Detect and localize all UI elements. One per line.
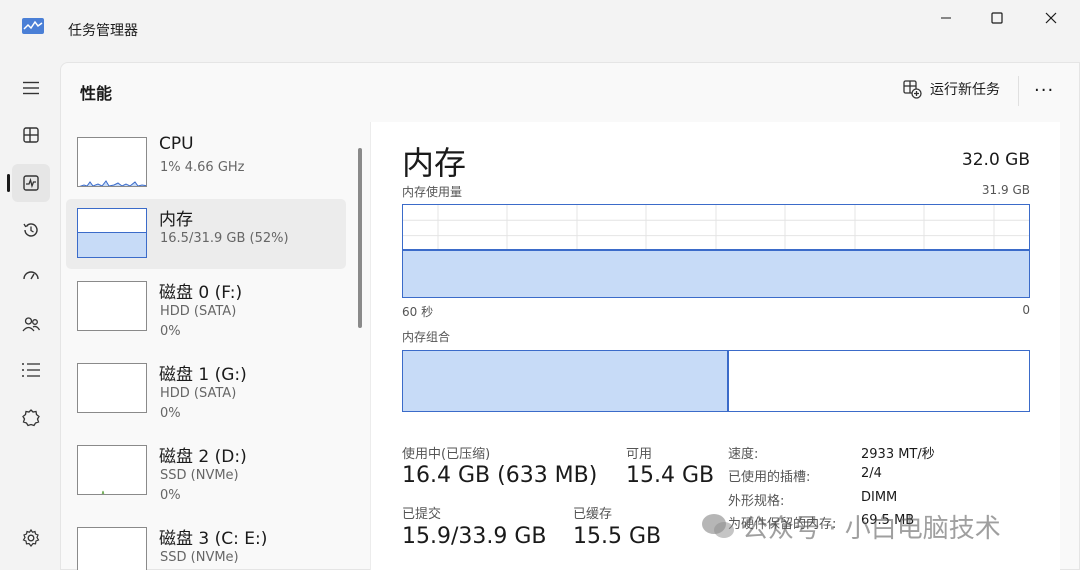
list-item-usage: 0% bbox=[160, 324, 181, 339]
cached-value: 15.5 GB bbox=[573, 524, 662, 549]
minimize-button[interactable] bbox=[926, 6, 966, 30]
disk-thumbnail-graph bbox=[77, 527, 147, 570]
nav-settings[interactable] bbox=[12, 519, 50, 557]
nav-performance[interactable] bbox=[12, 164, 50, 202]
list-item-disk-1[interactable]: 磁盘 1 (G:) HDD (SATA) 0% bbox=[66, 354, 346, 424]
run-new-task-label: 运行新任务 bbox=[930, 82, 1000, 98]
users-icon bbox=[22, 317, 41, 332]
list-item-name: CPU bbox=[159, 134, 194, 154]
form-factor-value: DIMM bbox=[861, 490, 898, 505]
usage-graph-max: 31.9 GB bbox=[981, 183, 1030, 197]
list-item-name: 磁盘 0 (F:) bbox=[159, 283, 243, 303]
list-item-type: SSD (NVMe) bbox=[160, 468, 239, 483]
close-icon bbox=[1045, 12, 1057, 24]
app-title: 任务管理器 bbox=[68, 23, 138, 39]
list-item-name: 内存 bbox=[159, 210, 193, 230]
performance-icon bbox=[23, 175, 39, 191]
available-label: 可用 bbox=[626, 447, 653, 462]
disk-thumbnail-graph bbox=[77, 363, 147, 413]
detail-pane bbox=[370, 122, 1060, 570]
list-item-detail: 1% 4.66 GHz bbox=[160, 160, 245, 175]
committed-label: 已提交 bbox=[402, 507, 442, 522]
hamburger-menu-button[interactable] bbox=[12, 69, 50, 107]
disk-thumbnail-graph bbox=[77, 281, 147, 331]
in-use-value: 16.4 GB (633 MB) bbox=[402, 463, 598, 488]
watermark: 公众号 · 小白电脑技术 bbox=[700, 508, 1001, 545]
memory-composition-bar bbox=[402, 350, 1030, 412]
wechat-icon bbox=[702, 513, 734, 538]
graph-time-right: 0 bbox=[1022, 303, 1030, 317]
slots-used-label: 已使用的插槽: bbox=[728, 470, 811, 485]
list-item-type: HDD (SATA) bbox=[160, 304, 237, 319]
cached-label: 已缓存 bbox=[573, 507, 613, 522]
run-new-task-icon bbox=[903, 80, 922, 99]
details-icon bbox=[22, 363, 40, 377]
list-item-name: 磁盘 1 (G:) bbox=[159, 365, 247, 385]
settings-icon bbox=[22, 528, 40, 547]
app-history-icon bbox=[23, 223, 38, 237]
nav-users[interactable] bbox=[12, 305, 50, 343]
processes-icon bbox=[23, 127, 39, 143]
hamburger-icon bbox=[23, 81, 39, 95]
graph-time-left: 60 秒 bbox=[402, 305, 434, 319]
active-nav-indicator bbox=[7, 174, 10, 192]
list-item-type: SSD (NVMe) bbox=[160, 550, 239, 565]
nav-app-history[interactable] bbox=[12, 211, 50, 249]
list-item-disk-3[interactable]: 磁盘 3 (C: E:) SSD (NVMe) bbox=[66, 518, 346, 570]
available-value: 15.4 GB bbox=[626, 463, 715, 488]
list-item-usage: 0% bbox=[160, 488, 181, 503]
cpu-thumbnail-graph bbox=[77, 137, 147, 187]
list-item-cpu[interactable]: CPU 1% 4.66 GHz bbox=[66, 128, 346, 198]
title-bar: 任务管理器 bbox=[0, 0, 1080, 60]
list-item-disk-2[interactable]: 磁盘 2 (D:) SSD (NVMe) 0% bbox=[66, 436, 346, 506]
maximize-icon bbox=[991, 12, 1003, 24]
detail-title: 内存 bbox=[402, 144, 467, 182]
form-factor-label: 外形规格: bbox=[728, 494, 785, 509]
speed-label: 速度: bbox=[728, 447, 759, 462]
memory-usage-graph bbox=[402, 204, 1030, 298]
disk-sparkline bbox=[101, 490, 105, 494]
memory-thumbnail-graph bbox=[77, 208, 147, 258]
nav-services[interactable] bbox=[12, 399, 50, 437]
minimize-icon bbox=[941, 17, 951, 19]
toolbar-divider bbox=[1018, 76, 1019, 106]
in-use-label: 使用中(已压缩) bbox=[402, 447, 491, 462]
list-scrollbar[interactable] bbox=[358, 148, 362, 328]
speed-value: 2933 MT/秒 bbox=[861, 447, 935, 462]
page-title: 性能 bbox=[80, 84, 113, 103]
task-manager-app-icon bbox=[22, 18, 44, 34]
list-item-memory[interactable]: 内存 16.5/31.9 GB (52%) bbox=[66, 199, 346, 269]
watermark-text: 公众号 · 小白电脑技术 bbox=[742, 514, 1001, 544]
close-button[interactable] bbox=[1031, 6, 1071, 30]
run-new-task-button[interactable]: 运行新任务 bbox=[902, 79, 1000, 99]
more-options-button[interactable]: ··· bbox=[1034, 80, 1054, 101]
composition-label: 内存组合 bbox=[402, 330, 451, 344]
memory-thumbnail-fill bbox=[78, 232, 146, 257]
memory-usage-fill bbox=[403, 249, 1029, 297]
maximize-button[interactable] bbox=[977, 6, 1017, 30]
disk-thumbnail-graph bbox=[77, 445, 147, 495]
cpu-sparkline bbox=[79, 180, 146, 186]
list-item-disk-0[interactable]: 磁盘 0 (F:) HDD (SATA) 0% bbox=[66, 272, 346, 342]
startup-apps-icon bbox=[23, 271, 39, 280]
slots-used-value: 2/4 bbox=[861, 466, 882, 481]
list-item-name: 磁盘 2 (D:) bbox=[159, 447, 247, 467]
services-icon bbox=[22, 409, 40, 427]
list-item-usage: 0% bbox=[160, 406, 181, 421]
list-item-type: HDD (SATA) bbox=[160, 386, 237, 401]
nav-details[interactable] bbox=[12, 351, 50, 389]
committed-value: 15.9/33.9 GB bbox=[402, 524, 547, 549]
usage-graph-label: 内存使用量 bbox=[402, 185, 463, 199]
composition-in-use-segment bbox=[403, 351, 729, 411]
list-item-name: 磁盘 3 (C: E:) bbox=[159, 529, 268, 549]
detail-total-memory: 32.0 GB bbox=[961, 150, 1030, 170]
list-item-detail: 16.5/31.9 GB (52%) bbox=[160, 231, 289, 246]
nav-startup-apps[interactable] bbox=[12, 257, 50, 295]
nav-processes[interactable] bbox=[12, 116, 50, 154]
